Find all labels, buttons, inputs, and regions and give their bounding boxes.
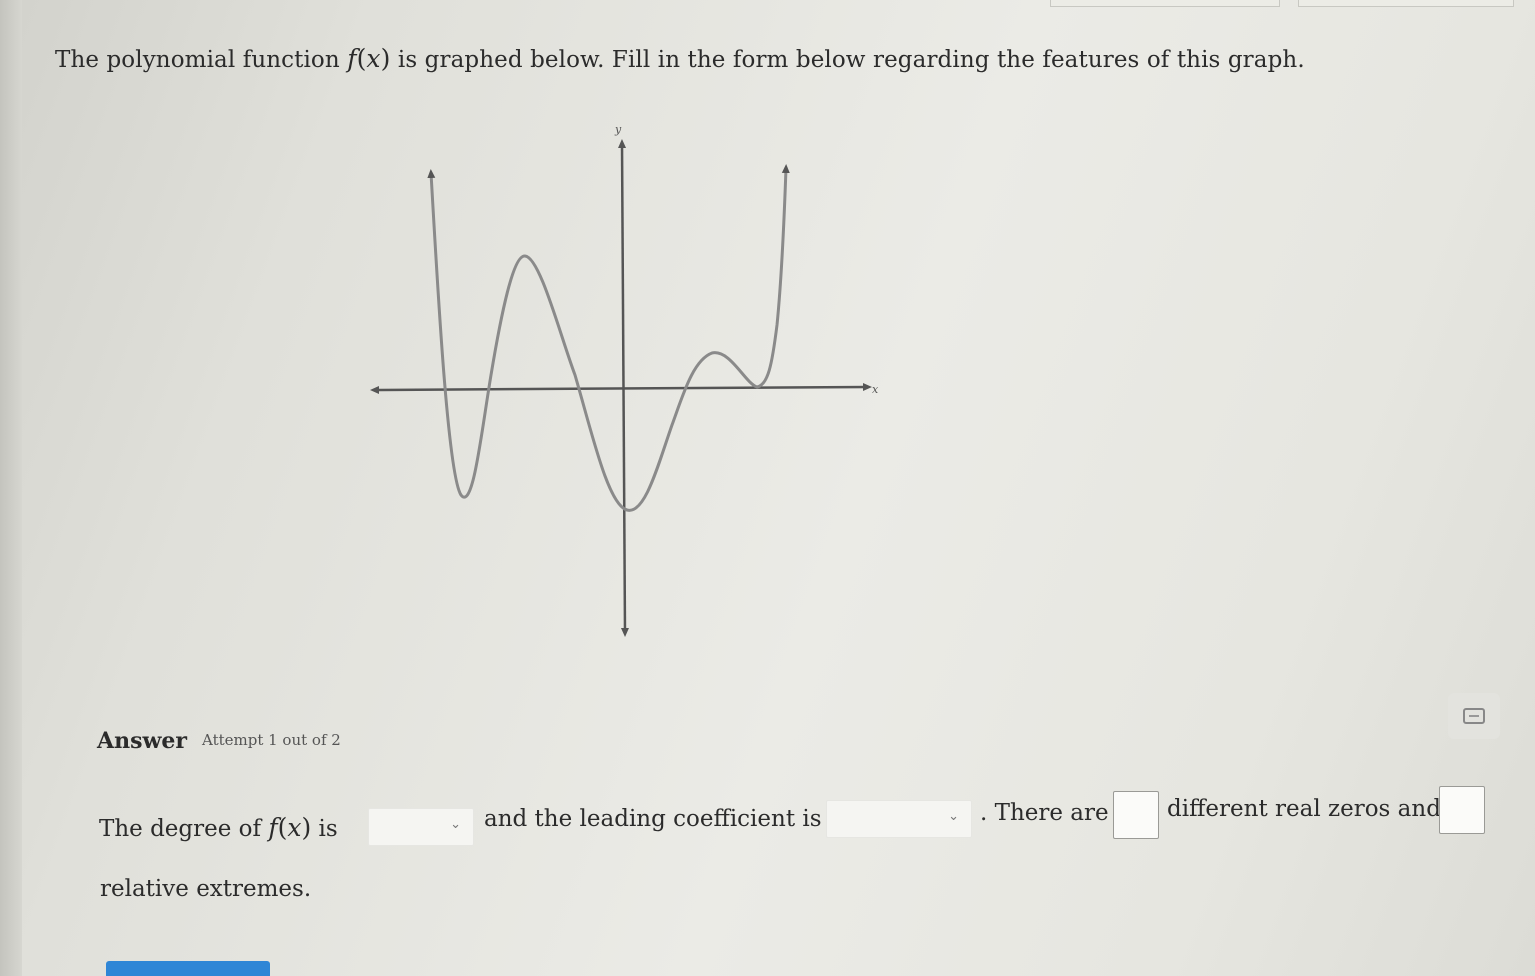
degree-suffix: is [311, 816, 338, 842]
zeros-text: different real zeros and [1167, 796, 1441, 822]
degree-sentence: The degree of f(x) is [99, 813, 338, 842]
page-left-edge [0, 0, 22, 976]
top-tab-2[interactable] [1298, 0, 1514, 7]
calculator-button[interactable] [1448, 693, 1500, 739]
answer-heading: Answer [97, 728, 187, 754]
y-axis-label: y [614, 123, 622, 136]
submit-button[interactable] [106, 961, 270, 976]
degree-function: f(x) [268, 813, 312, 842]
zeros-input[interactable] [1113, 791, 1159, 839]
attempt-counter: Attempt 1 out of 2 [202, 731, 341, 749]
chevron-down-icon: ⌄ [948, 809, 959, 824]
calculator-icon [1463, 708, 1485, 724]
top-tab-1[interactable] [1050, 0, 1280, 7]
question-function: f(x) [347, 44, 391, 73]
degree-prefix: The degree of [99, 816, 269, 842]
question-prefix: The polynomial function [55, 47, 348, 73]
leading-coefficient-select[interactable]: ⌄ [826, 800, 972, 838]
x-axis-label: x [872, 383, 879, 396]
polynomial-graph: y x [370, 123, 879, 637]
leading-coefficient-text: and the leading coefficient is [484, 806, 822, 832]
relative-extremes-text: relative extremes. [100, 876, 312, 902]
polynomial-curve [427, 164, 790, 512]
question-suffix: is graphed below. Fill in the form below… [390, 47, 1305, 73]
chevron-down-icon: ⌄ [450, 817, 461, 832]
there-are-text: . There are [980, 800, 1109, 826]
x-axis [370, 383, 872, 394]
extremes-input[interactable] [1439, 786, 1485, 834]
y-axis [618, 139, 629, 637]
degree-select[interactable]: ⌄ [368, 808, 474, 846]
question-text: The polynomial function f(x) is graphed … [55, 44, 1305, 73]
